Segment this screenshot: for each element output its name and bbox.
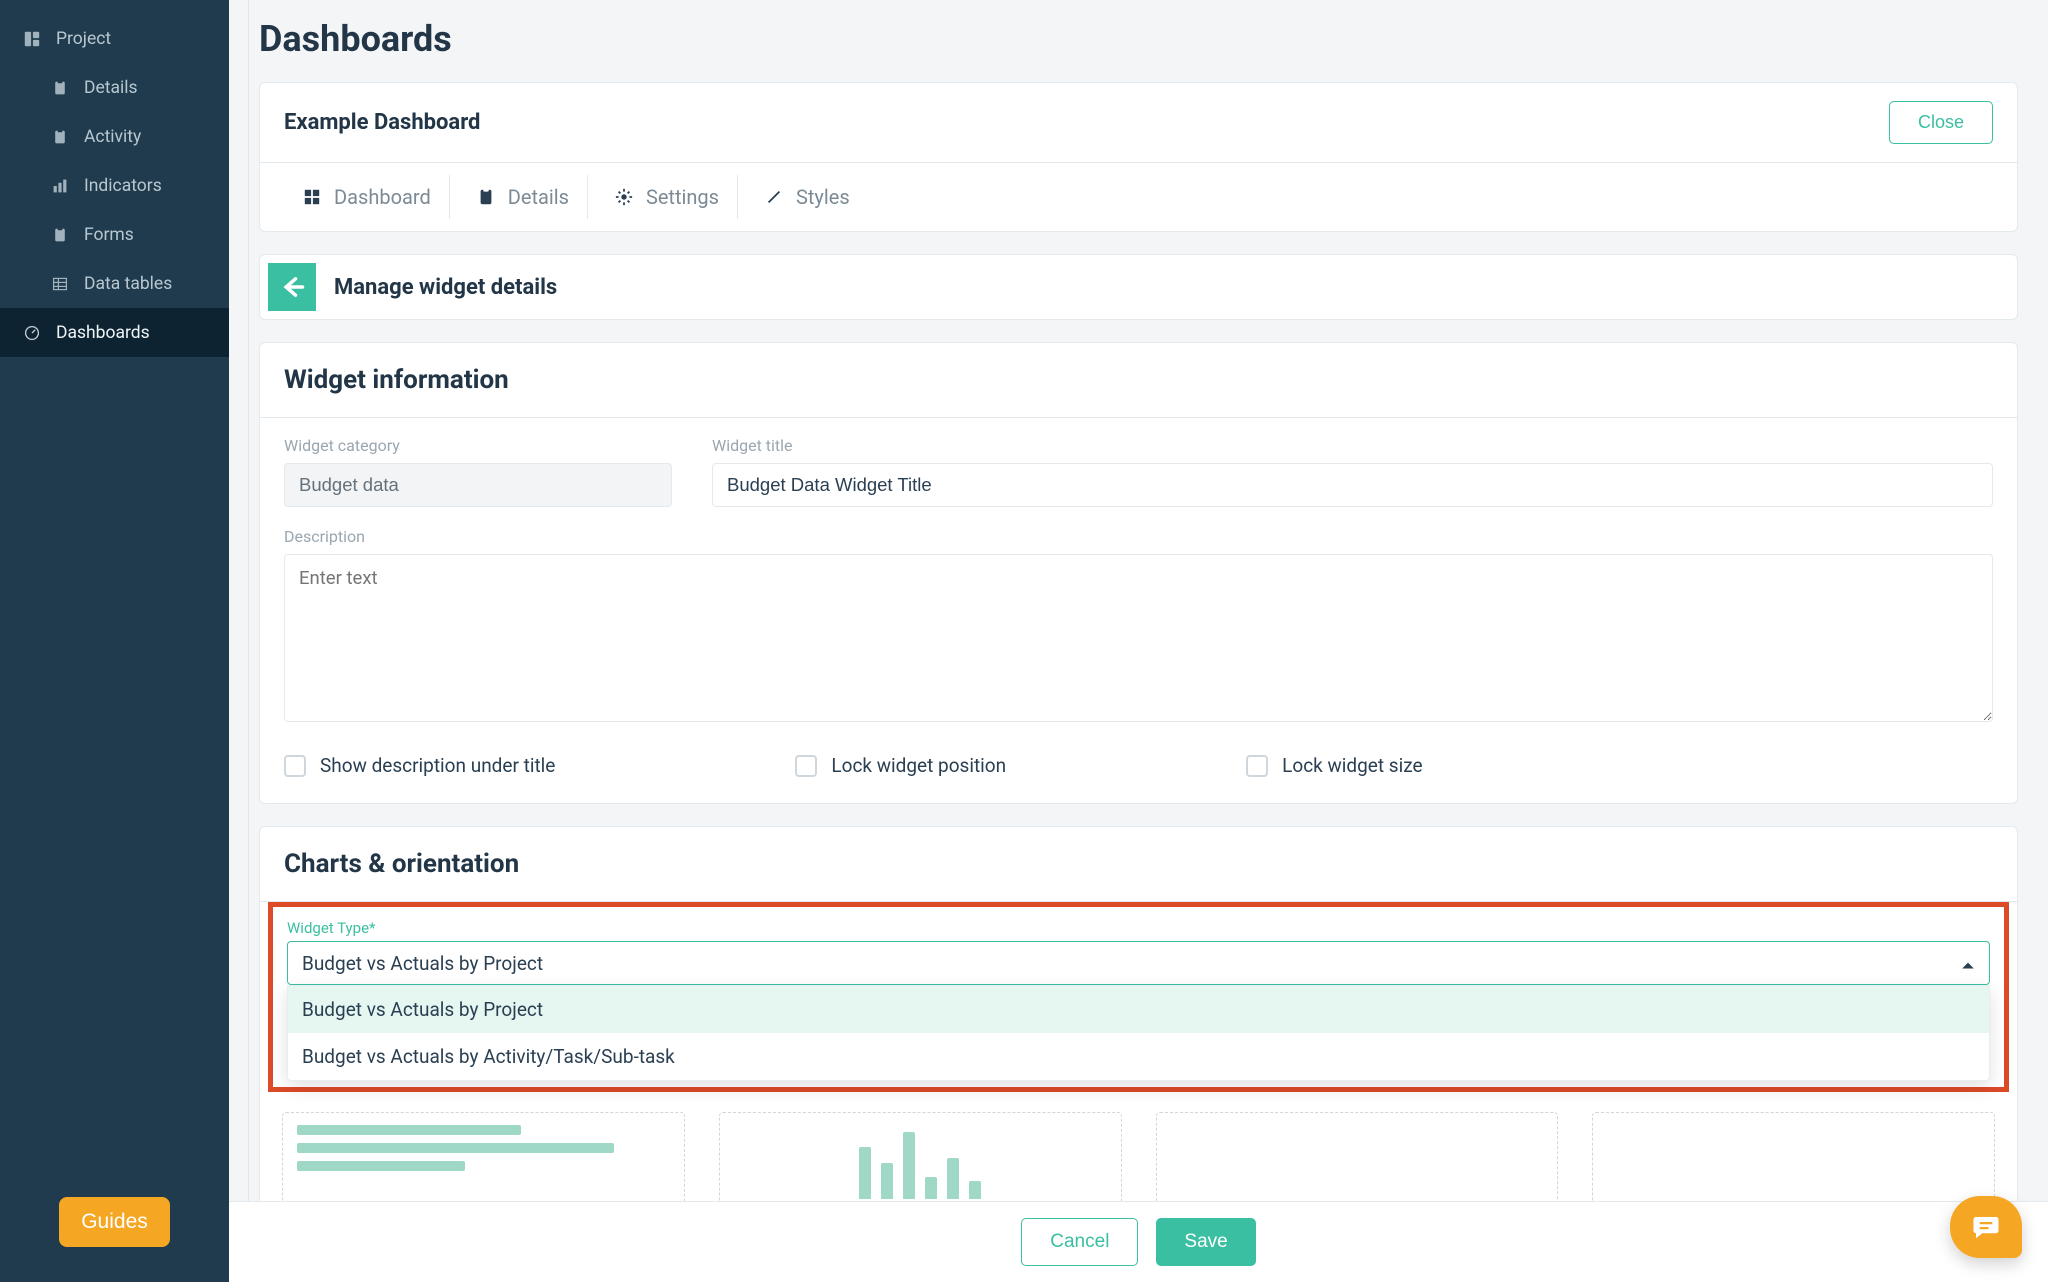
- chart-preview-vbar[interactable]: [719, 1112, 1122, 1212]
- bars-icon: [50, 176, 70, 196]
- checkbox-icon: [1246, 755, 1268, 777]
- check-show-description[interactable]: Show description under title: [284, 754, 555, 777]
- widget-category-input: [284, 463, 672, 507]
- manage-widget-title: Manage widget details: [334, 275, 557, 300]
- sidebar-item-label: Data tables: [84, 274, 172, 294]
- sidebar-item-details[interactable]: Details: [0, 63, 229, 112]
- widget-type-selected: Budget vs Actuals by Project: [302, 952, 543, 975]
- widget-type-select[interactable]: Budget vs Actuals by Project: [287, 941, 1990, 985]
- dashboard-header-card: Example Dashboard Close Dashboard Detail…: [259, 82, 2018, 232]
- widget-type-dropdown: Budget vs Actuals by Project Budget vs A…: [287, 985, 1990, 1081]
- clipboard-icon: [50, 127, 70, 147]
- tab-settings[interactable]: Settings: [596, 175, 738, 219]
- widget-title-input[interactable]: [712, 463, 1993, 507]
- checkbox-icon: [284, 755, 306, 777]
- close-button[interactable]: Close: [1889, 101, 1993, 144]
- widget-type-option[interactable]: Budget vs Actuals by Project: [288, 986, 1989, 1033]
- description-textarea[interactable]: [284, 554, 1993, 722]
- sidebar-item-forms[interactable]: Forms: [0, 210, 229, 259]
- spacer: [0, 357, 229, 1197]
- gauge-icon: [22, 323, 42, 343]
- clipboard-icon: [50, 78, 70, 98]
- clipboard-icon: [50, 225, 70, 245]
- tab-label: Styles: [796, 185, 850, 209]
- widget-info-card: Widget information Widget category Widge…: [259, 342, 2018, 804]
- sidebar-item-label: Project: [56, 29, 111, 49]
- widget-type-label: Widget Type*: [287, 919, 1990, 937]
- check-label: Lock widget size: [1282, 754, 1422, 777]
- sidebar-item-label: Indicators: [84, 176, 162, 196]
- tab-details[interactable]: Details: [458, 175, 588, 219]
- check-lock-position[interactable]: Lock widget position: [795, 754, 1006, 777]
- grid-icon: [50, 274, 70, 294]
- dashboard-title: Example Dashboard: [284, 110, 480, 135]
- chat-fab[interactable]: [1950, 1196, 2022, 1258]
- section-title: Widget information: [260, 343, 2017, 418]
- save-button[interactable]: Save: [1156, 1218, 1255, 1266]
- check-label: Lock widget position: [831, 754, 1006, 777]
- widget-title-label: Widget title: [712, 436, 1993, 455]
- sidebar: Project Details Activity Indicators Form…: [0, 0, 229, 1282]
- section-title: Charts & orientation: [260, 827, 2017, 902]
- sidebar-item-project[interactable]: Project: [0, 14, 229, 63]
- page-title: Dashboards: [259, 18, 2018, 60]
- widget-type-highlight: Widget Type* Budget vs Actuals by Projec…: [268, 902, 2009, 1092]
- cancel-button[interactable]: Cancel: [1021, 1218, 1138, 1266]
- widget-category-label: Widget category: [284, 436, 672, 455]
- caret-up-icon: [1961, 952, 1975, 975]
- tab-dashboard[interactable]: Dashboard: [284, 175, 450, 219]
- check-label: Show description under title: [320, 754, 555, 777]
- tab-label: Details: [508, 185, 569, 209]
- project-icon: [22, 29, 42, 49]
- back-button[interactable]: [268, 263, 316, 311]
- chart-preview-blank[interactable]: [1156, 1112, 1559, 1212]
- sidebar-item-label: Activity: [84, 127, 141, 147]
- tab-styles[interactable]: Styles: [746, 175, 868, 219]
- sidebar-item-data-tables[interactable]: Data tables: [0, 259, 229, 308]
- gear-icon: [614, 187, 634, 207]
- chart-preview-hbar[interactable]: [282, 1112, 685, 1212]
- clipboard-icon: [476, 187, 496, 207]
- sidebar-item-indicators[interactable]: Indicators: [0, 161, 229, 210]
- sidebar-item-activity[interactable]: Activity: [0, 112, 229, 161]
- footer: Cancel Save: [229, 1201, 2048, 1282]
- main: Dashboards Example Dashboard Close Dashb…: [229, 0, 2048, 1282]
- description-label: Description: [284, 527, 1993, 546]
- sidebar-item-label: Forms: [84, 225, 134, 245]
- check-lock-size[interactable]: Lock widget size: [1246, 754, 1422, 777]
- tab-label: Settings: [646, 185, 719, 209]
- manage-widget-strip: Manage widget details: [259, 254, 2018, 320]
- guides-button[interactable]: Guides: [59, 1197, 170, 1247]
- sidebar-item-dashboards[interactable]: Dashboards: [0, 308, 229, 357]
- tab-label: Dashboard: [334, 185, 431, 209]
- tab-bar: Dashboard Details Settings Styles: [260, 163, 2017, 231]
- widget-type-option[interactable]: Budget vs Actuals by Activity/Task/Sub-t…: [288, 1033, 1989, 1080]
- chat-icon: [1971, 1212, 2001, 1242]
- grid-icon: [302, 187, 322, 207]
- pen-icon: [764, 187, 784, 207]
- sidebar-item-label: Dashboards: [56, 323, 150, 343]
- checkbox-icon: [795, 755, 817, 777]
- arrow-left-icon: [278, 273, 306, 301]
- chart-preview-blank[interactable]: [1592, 1112, 1995, 1212]
- sidebar-item-label: Details: [84, 78, 138, 98]
